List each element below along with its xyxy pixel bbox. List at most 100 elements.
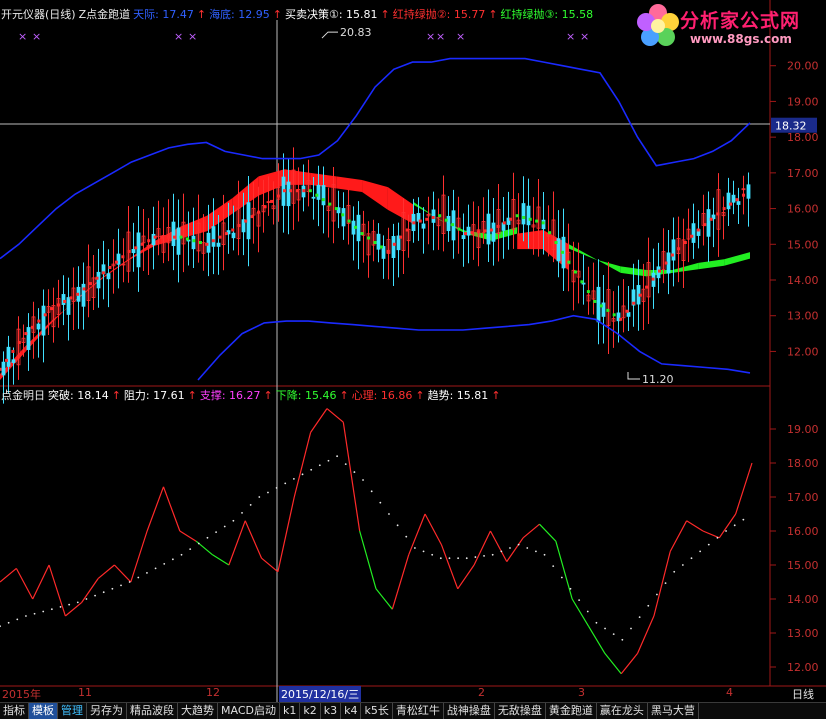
trend-dot bbox=[474, 556, 477, 558]
candle-body bbox=[36, 323, 41, 330]
candle-body bbox=[746, 184, 751, 199]
decision-dot bbox=[0, 367, 2, 371]
decision-dot bbox=[257, 210, 261, 214]
trend-dot bbox=[137, 576, 140, 579]
decision-dot bbox=[153, 235, 157, 239]
toolbar-item[interactable]: 赢在龙头 bbox=[597, 703, 648, 719]
decision-dot bbox=[451, 223, 455, 227]
decision-dot bbox=[50, 307, 54, 311]
decision-dot bbox=[696, 228, 700, 232]
toolbar-item[interactable]: 管理 bbox=[58, 703, 87, 719]
candle-body bbox=[311, 196, 316, 199]
trend-dot bbox=[68, 603, 71, 606]
decision-dot bbox=[619, 317, 623, 321]
decision-dot bbox=[354, 225, 358, 229]
candle-body bbox=[726, 192, 731, 210]
period-label[interactable]: 日线 bbox=[780, 686, 826, 701]
ribbon-segment bbox=[387, 187, 414, 225]
toolbar-item[interactable]: 青松红牛 bbox=[393, 703, 444, 719]
toolbar-item[interactable]: 大趋势 bbox=[178, 703, 218, 719]
cursor-date-label: 2015/12/16/三 bbox=[279, 686, 362, 702]
toolbar-item[interactable]: MACD启动 bbox=[218, 703, 280, 719]
trend-dot bbox=[353, 471, 356, 473]
decision-dot bbox=[82, 287, 86, 291]
trend-dot bbox=[197, 542, 200, 545]
toolbar-item[interactable]: k3 bbox=[321, 703, 342, 719]
legend-item: ↑ bbox=[188, 389, 197, 402]
candle-body bbox=[626, 312, 631, 317]
toolbar-item[interactable]: 模板 bbox=[29, 703, 58, 719]
decision-dot bbox=[664, 261, 668, 265]
toolbar-item[interactable]: 黑马大营 bbox=[648, 703, 699, 719]
decision-dot bbox=[147, 239, 151, 243]
y-tick-label: 19.00 bbox=[787, 423, 819, 436]
trend-dot bbox=[647, 604, 650, 607]
legend-item: 支撑: 16.27 bbox=[200, 388, 261, 402]
decision-dot bbox=[289, 189, 293, 193]
decision-dot bbox=[276, 194, 280, 198]
signal-marker: × bbox=[436, 30, 445, 43]
toolbar-item[interactable]: 战神操盘 bbox=[444, 703, 495, 719]
candle-body bbox=[321, 185, 326, 206]
trend-dot bbox=[7, 621, 10, 624]
trend-dot bbox=[275, 487, 278, 489]
toolbar-item[interactable]: k5长 bbox=[361, 703, 393, 719]
breakout-line-segment bbox=[228, 520, 246, 566]
decision-dot bbox=[166, 235, 170, 239]
decision-dot bbox=[192, 239, 196, 243]
decision-dot bbox=[108, 266, 112, 269]
toolbar-item[interactable]: 精品波段 bbox=[127, 703, 178, 719]
decision-dot bbox=[37, 319, 41, 323]
candle-body bbox=[341, 208, 346, 227]
breakout-line-segment bbox=[81, 578, 99, 603]
legend-item: ↑ bbox=[197, 8, 206, 21]
toolbar-item[interactable]: 无敌操盘 bbox=[495, 703, 546, 719]
y-tick-label: 12.00 bbox=[787, 661, 819, 674]
signal-marker: × bbox=[426, 30, 435, 43]
toolbar-item[interactable]: 指标 bbox=[0, 703, 29, 719]
flower-logo-icon bbox=[637, 4, 679, 46]
legend-item: ↑ bbox=[488, 8, 497, 21]
toolbar-item[interactable]: 黄金跑道 bbox=[546, 703, 597, 719]
decision-dot bbox=[599, 304, 603, 308]
trend-dot bbox=[656, 593, 658, 596]
high-mark-label: 20.83 bbox=[340, 26, 372, 39]
high-mark-arrow bbox=[321, 31, 338, 39]
decision-dot bbox=[121, 255, 125, 259]
legend-line: 点金明日 突破: 18.14 ↑ 阻力: 17.61 ↑ 支撑: 16.27 ↑ 下降: 15… bbox=[1, 388, 501, 402]
toolbar-item[interactable]: k2 bbox=[300, 703, 321, 719]
candle-body bbox=[286, 181, 291, 207]
breakout-line-segment bbox=[277, 496, 295, 572]
decision-dot bbox=[321, 198, 325, 202]
toolbar-item[interactable]: k4 bbox=[341, 703, 362, 719]
breakout-line-segment bbox=[473, 530, 491, 566]
legend-item: 开元仪器(日线) bbox=[1, 7, 76, 21]
candle-body bbox=[41, 305, 46, 336]
decision-dot bbox=[263, 205, 267, 209]
candle-body bbox=[191, 235, 196, 250]
y-tick-label: 15.00 bbox=[787, 559, 819, 572]
breakout-line-segment bbox=[342, 422, 361, 532]
y-tick-label: 18.00 bbox=[787, 131, 819, 144]
breakout-line-segment bbox=[588, 625, 606, 654]
decision-dot bbox=[315, 193, 319, 197]
decision-dot bbox=[30, 325, 34, 329]
y-tick-label: 17.00 bbox=[787, 491, 819, 504]
trend-dot bbox=[33, 612, 36, 615]
decision-dot bbox=[237, 224, 241, 228]
trend-dot bbox=[681, 564, 684, 566]
trend-dot bbox=[560, 576, 563, 579]
toolbar-item[interactable]: k1 bbox=[280, 703, 301, 719]
site-logo: 分析家公式网 www.88gs.com bbox=[628, 0, 826, 52]
toolbar-item[interactable]: 另存为 bbox=[87, 703, 127, 719]
y-tick-label: 20.00 bbox=[787, 60, 819, 73]
signal-marker: × bbox=[456, 30, 465, 43]
legend-item: ↑ bbox=[415, 389, 424, 402]
breakout-line-segment bbox=[620, 653, 639, 675]
decision-dot bbox=[308, 189, 312, 193]
y-tick-label: 15.00 bbox=[787, 238, 819, 251]
decision-dot bbox=[457, 227, 461, 231]
candle-body bbox=[491, 222, 496, 242]
trend-dot bbox=[431, 553, 434, 556]
legend-item: 红持绿抛②: 15.77 bbox=[393, 7, 486, 21]
